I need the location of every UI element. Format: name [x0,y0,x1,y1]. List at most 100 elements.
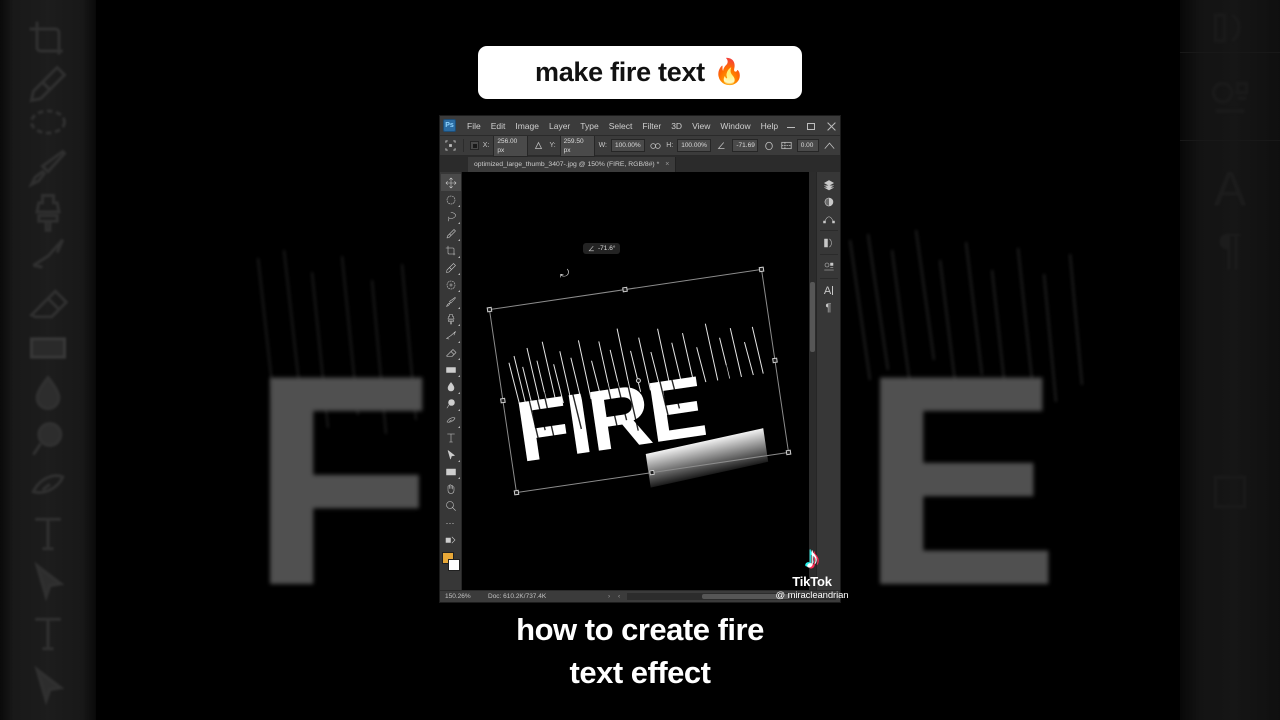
window-controls [786,116,836,136]
brush-tool[interactable] [441,293,461,310]
menu-view[interactable]: View [687,116,715,136]
h-label: H: [666,142,674,149]
tools-panel: ⋯ [440,172,462,590]
h-field[interactable]: 100.00% [677,139,712,152]
divider [819,230,838,231]
reference-point-icon[interactable] [444,139,457,152]
layers-panel-icon[interactable] [818,176,840,193]
skew-icon[interactable] [762,139,775,152]
minimize-icon[interactable] [786,121,796,131]
y-field[interactable]: 259.50 px [559,134,595,157]
paths-panel-icon[interactable] [818,210,840,227]
y-label: Y: [549,142,556,149]
transform-handle-bottom-left[interactable] [513,489,520,496]
menu-window[interactable]: Window [715,116,755,136]
rotate-cursor-icon: ⤾ [560,268,570,280]
transform-handle-bottom-right[interactable] [785,449,792,456]
warp-mode-icon[interactable] [780,139,793,152]
transform-handle-middle-left[interactable] [500,397,506,404]
bottom-caption-line-1: how to create fire [516,612,764,647]
adjustments-panel-icon[interactable] [818,193,840,210]
document-info: Doc: 610.2K/737.4K [488,593,547,600]
zoom-level[interactable]: 150.26% [440,593,488,600]
menu-bar: Ps File Edit Image Layer Type Select Fil… [440,116,840,136]
character-panel-icon[interactable]: A [818,282,840,299]
bottom-caption: how to create fire text effect [440,608,840,694]
crop-tool[interactable] [441,242,461,259]
tiktok-note-icon: ♪ [802,541,821,574]
menu-3d[interactable]: 3D [666,116,687,136]
top-caption-text: make fire text [534,57,705,87]
background-color-swatch[interactable] [447,559,460,571]
menu-file[interactable]: File [462,116,486,136]
x-field[interactable]: 256.00 px [493,134,529,157]
rectangular-marquee-tool[interactable] [441,191,461,208]
tiktok-watermark: ♪ TikTok @ miracleandrian [772,541,852,601]
eyedropper-tool[interactable] [441,259,461,276]
menu-filter[interactable]: Filter [637,116,666,136]
history-panel-icon[interactable] [818,234,840,251]
document-canvas[interactable]: FIRE [462,172,816,590]
bottom-caption-line-2: text effect [569,655,711,690]
transform-handle-bottom-center[interactable] [649,469,655,476]
quick-selection-tool[interactable] [441,225,461,242]
rectangle-tool[interactable] [441,463,461,480]
color-swatches[interactable] [441,552,461,574]
transform-reference-point[interactable] [635,377,642,384]
menu-help[interactable]: Help [756,116,783,136]
path-selection-tool[interactable] [441,446,461,463]
menu-layer[interactable]: Layer [544,116,575,136]
pen-tool[interactable] [441,412,461,429]
chain-link-icon[interactable] [649,139,662,152]
menu-image[interactable]: Image [510,116,544,136]
options-bar: X: 256.00 px Y: 259.50 px W: 100.00% H: … [440,134,840,157]
triangle-delta-icon[interactable] [532,139,545,152]
transform-handle-top-left[interactable] [486,306,493,313]
divider [819,254,838,255]
paragraph-panel-icon[interactable]: ¶ [818,299,840,316]
workspace: ⋯ FIRE A ¶ [440,172,840,590]
skew-field[interactable]: 0.00 [796,139,819,152]
document-tab[interactable]: optimized_large_thumb_3407-.jpg @ 150% (… [468,157,677,172]
menu-edit[interactable]: Edit [486,116,511,136]
document-tab-close-icon[interactable]: × [665,161,669,168]
photoshop-window: Ps File Edit Image Layer Type Select Fil… [440,116,840,602]
horizontal-type-tool[interactable] [441,429,461,446]
zoom-tool[interactable] [441,497,461,514]
menu-select[interactable]: Select [604,116,638,136]
angle-delta-icon[interactable] [715,139,728,152]
w-field[interactable]: 100.00% [611,139,646,152]
lasso-tool[interactable] [441,208,461,225]
commit-transform-icon[interactable] [823,139,836,152]
eraser-tool[interactable] [441,344,461,361]
canvas-area[interactable]: FIRE [462,172,816,590]
close-icon[interactable] [826,121,836,131]
divider [463,139,465,152]
gradient-tool[interactable] [441,361,461,378]
canvas-vertical-scrollbar[interactable] [809,172,816,590]
blur-tool[interactable] [441,378,461,395]
hand-tool[interactable] [441,480,461,497]
transform-handle-top-center[interactable] [622,286,628,293]
transform-angle-badge: -71.6° [583,243,621,254]
spot-healing-brush-tool[interactable] [441,276,461,293]
reference-point-toggle[interactable] [470,141,479,150]
transform-handle-top-right[interactable] [758,266,765,273]
clone-stamp-tool[interactable] [441,310,461,327]
w-label: W: [598,142,608,149]
transform-handle-middle-right[interactable] [772,357,778,364]
history-brush-tool[interactable] [441,327,461,344]
quick-mask-icon[interactable] [441,531,461,548]
properties-panel-icon[interactable] [818,258,840,275]
photoshop-logo-icon: Ps [443,119,456,132]
dodge-tool[interactable] [441,395,461,412]
document-tab-title: optimized_large_thumb_3407-.jpg @ 150% (… [474,161,660,168]
maximize-icon[interactable] [806,121,816,131]
angle-field[interactable]: -71.69 [732,139,759,152]
edit-toolbar-tool[interactable]: ⋯ [441,514,461,531]
scrollbar-thumb[interactable] [810,282,815,352]
top-caption-pill: make fire text 🔥 [478,46,802,99]
status-arrows[interactable]: › ‹ [608,593,623,600]
menu-type[interactable]: Type [575,116,603,136]
move-tool[interactable] [440,174,461,191]
